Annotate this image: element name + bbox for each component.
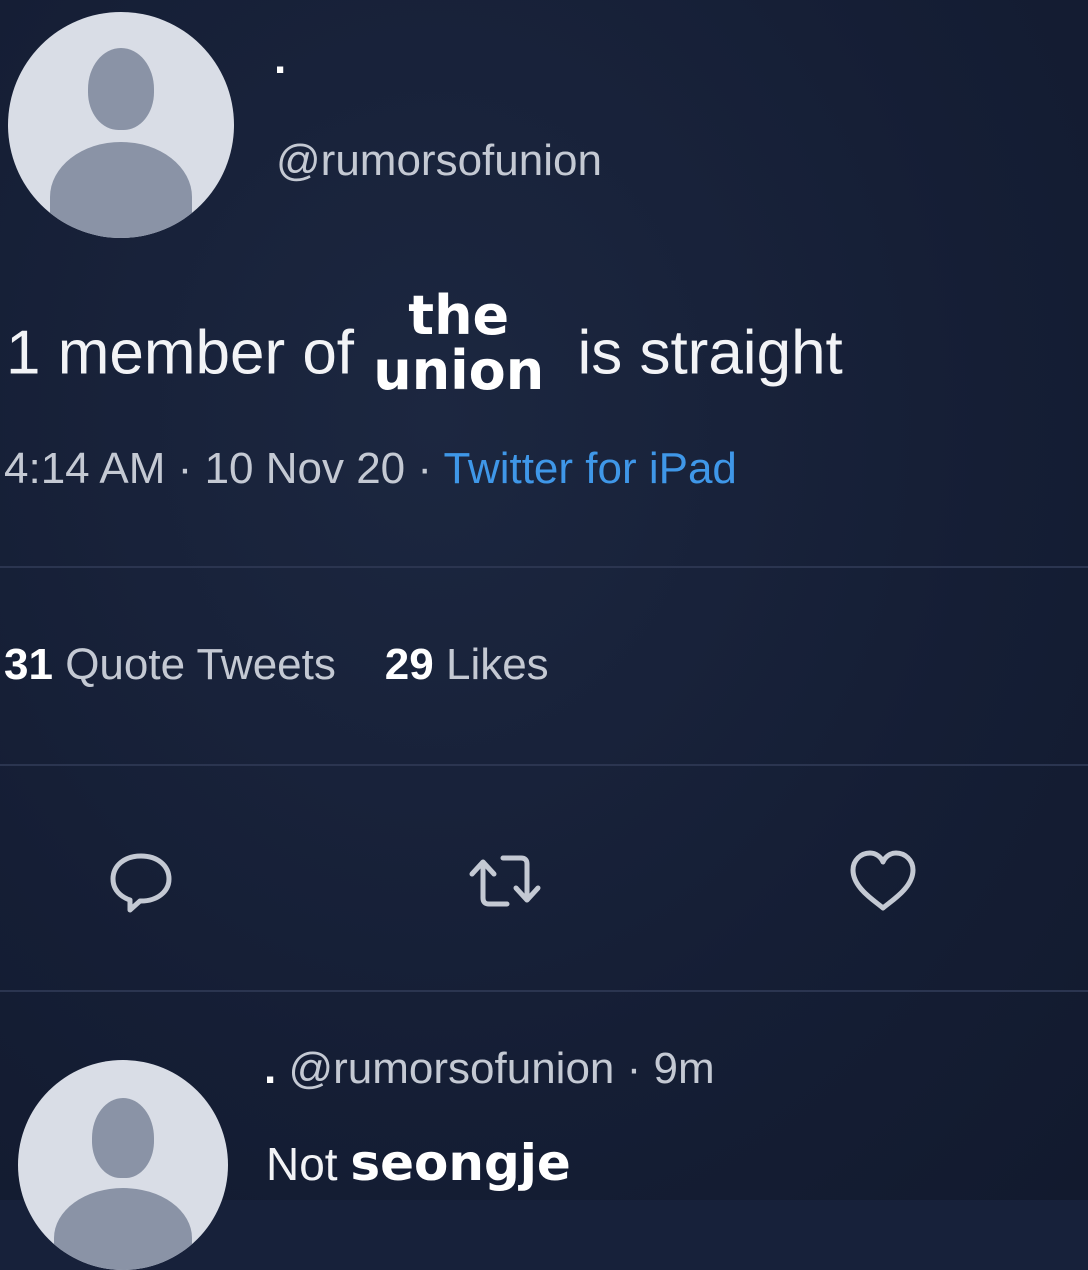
retweet-icon: [469, 855, 541, 907]
author-handle[interactable]: @rumorsofunion: [276, 136, 602, 186]
reply-text-main: Not: [266, 1138, 338, 1190]
quote-count: 31: [4, 640, 53, 689]
retweet-button[interactable]: [462, 838, 548, 924]
divider: [0, 764, 1088, 766]
reply-icon: [110, 853, 172, 913]
reply-text-overlay: seongje: [350, 1134, 571, 1192]
author-display-name[interactable]: .: [274, 34, 286, 84]
tweet-time: 4:14 AM: [4, 444, 166, 493]
tweet-date: 10 Nov 20: [204, 444, 406, 493]
tweet-text-after: is straight: [577, 318, 843, 388]
avatar-head-shape: [88, 48, 154, 130]
heart-icon: [850, 850, 916, 911]
tweet-stats: 31 Quote Tweets 29 Likes: [4, 640, 549, 690]
avatar-head-shape: [92, 1098, 154, 1178]
divider: [0, 566, 1088, 568]
like-button[interactable]: [840, 838, 926, 924]
reply-display-name[interactable]: .: [264, 1044, 276, 1093]
tweet-overlay-line2: union: [373, 339, 545, 403]
meta-separator: ·: [177, 444, 193, 493]
reply-separator: ·: [626, 1044, 642, 1093]
tweet-text: 1 member of the union is straight: [6, 288, 843, 412]
like-label: Likes: [445, 640, 549, 689]
likes-link[interactable]: 29 Likes: [385, 640, 549, 689]
quote-tweets-link[interactable]: 31 Quote Tweets: [4, 640, 336, 689]
reply-header: . @rumorsofunion · 9m: [264, 1044, 715, 1094]
reply-button[interactable]: [98, 838, 184, 924]
avatar-shoulders-shape: [50, 142, 192, 238]
meta-separator: ·: [417, 444, 433, 493]
divider: [0, 990, 1088, 992]
tweet-overlay-line1: the: [408, 284, 510, 347]
tweet-text-before: 1 member of: [6, 318, 355, 388]
tweet-text-overlay: the union: [373, 288, 544, 398]
reply-author-avatar[interactable]: [18, 1060, 228, 1270]
reply-text: Not seongje: [266, 1134, 571, 1192]
tweet-meta: 4:14 AM · 10 Nov 20 · Twitter for iPad: [4, 444, 737, 494]
quote-label: Quote Tweets: [65, 640, 336, 689]
author-avatar[interactable]: [8, 12, 234, 238]
reply-handle[interactable]: @rumorsofunion: [288, 1044, 614, 1093]
tweet-source-link[interactable]: Twitter for iPad: [443, 444, 736, 493]
like-count: 29: [384, 640, 434, 689]
tweet-detail-screen: . @rumorsofunion 1 member of the union i…: [0, 0, 1088, 1270]
reply-age: 9m: [653, 1044, 715, 1093]
avatar-shoulders-shape: [54, 1188, 192, 1270]
